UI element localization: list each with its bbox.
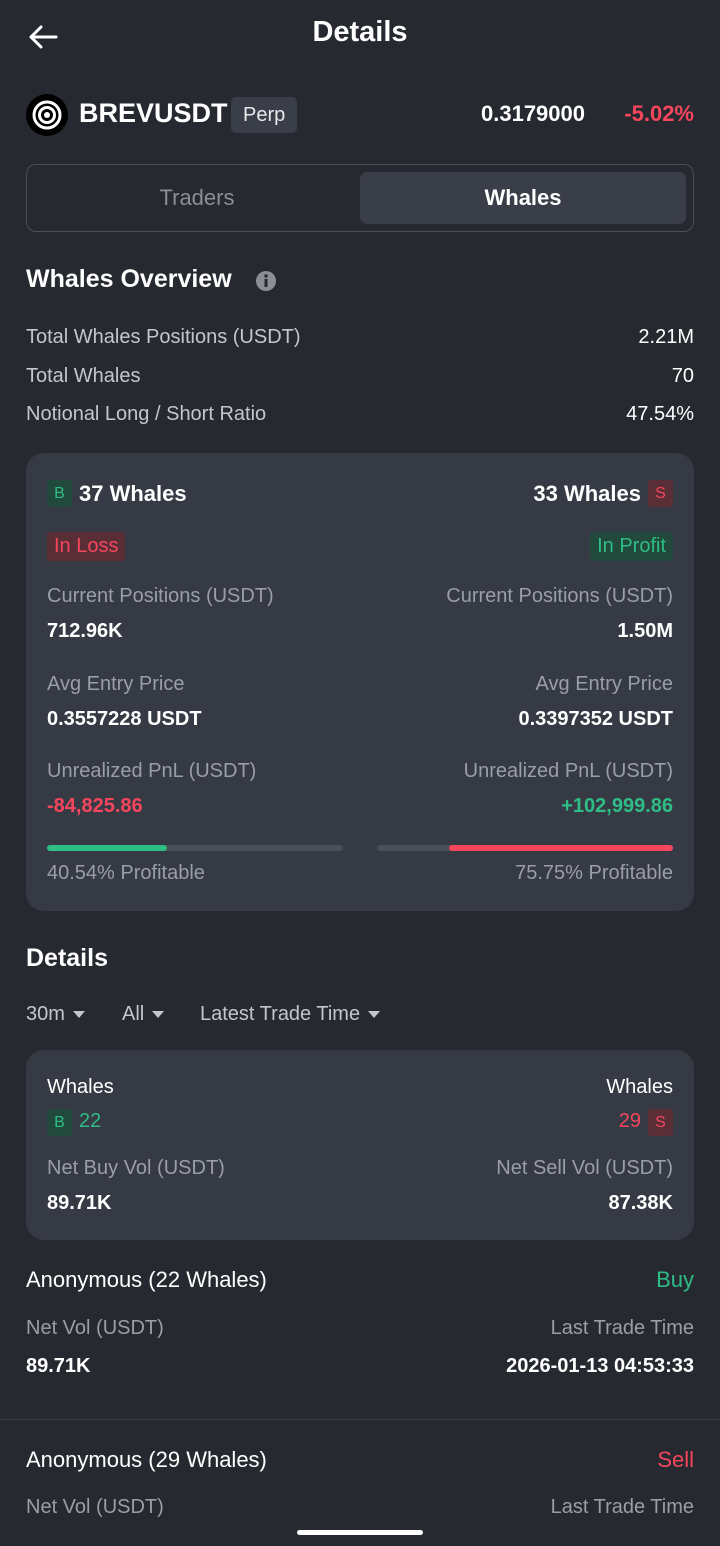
sell-tag: S — [648, 1109, 673, 1136]
short-profitable-fill — [448, 845, 673, 851]
entry-name[interactable]: Anonymous (29 Whales) — [26, 1447, 267, 1473]
long-entry-label: Avg Entry Price — [47, 673, 185, 695]
entry-vol-value: 89.71K — [26, 1355, 91, 1377]
in-profit-badge: In Profit — [590, 532, 673, 561]
long-entry-value: 0.3557228 USDT — [47, 708, 202, 730]
entry-side-sell: Sell — [657, 1447, 694, 1472]
short-positions-label: Current Positions (USDT) — [446, 585, 673, 607]
long-pnl-value: -84,825.86 — [47, 795, 143, 817]
short-entry-value: 0.3397352 USDT — [518, 708, 673, 730]
whales-overview-title: Whales Overview — [26, 265, 232, 293]
chevron-down-icon — [152, 1011, 165, 1019]
price-change: -5.02% — [624, 101, 694, 126]
entry-vol-label: Net Vol (USDT) — [26, 1496, 164, 1518]
total-positions-label: Total Whales Positions (USDT) — [26, 326, 301, 348]
long-profitable-text: 40.54% Profitable — [47, 862, 205, 884]
short-entry-label: Avg Entry Price — [535, 673, 673, 695]
buy-tag: B — [47, 480, 72, 507]
short-pnl-label: Unrealized PnL (USDT) — [463, 760, 673, 782]
entry-vol-label: Net Vol (USDT) — [26, 1317, 164, 1339]
sell-whales-count: 29 — [618, 1110, 641, 1132]
long-profitable-bar — [47, 845, 343, 851]
chevron-down-icon — [72, 1011, 85, 1019]
buy-whales-count: 22 — [79, 1110, 102, 1132]
page-title: Details — [312, 16, 408, 48]
entry-time-label: Last Trade Time — [550, 1317, 694, 1339]
tab-switcher: Traders Whales — [26, 164, 694, 232]
net-buy-vol-label: Net Buy Vol (USDT) — [47, 1157, 225, 1179]
net-buy-vol-value: 89.71K — [47, 1192, 112, 1214]
entry-time-value: 2026-01-13 04:53:33 — [506, 1355, 694, 1377]
short-whales-count: 33 Whales — [533, 481, 641, 506]
short-profitable-text: 75.75% Profitable — [515, 862, 673, 884]
side-filter-label: All — [122, 1003, 145, 1025]
long-short-ratio-value: 47.54% — [626, 403, 694, 425]
ticker-symbol: BREVUSDT — [79, 98, 228, 128]
entry-name[interactable]: Anonymous (22 Whales) — [26, 1267, 267, 1293]
buy-whales-label: Whales — [47, 1076, 114, 1098]
in-loss-badge: In Loss — [47, 532, 126, 561]
long-positions-label: Current Positions (USDT) — [47, 585, 274, 607]
timeframe-filter[interactable]: 30m — [26, 1003, 85, 1026]
short-profitable-bar — [377, 845, 673, 851]
long-positions-value: 712.96K — [47, 620, 123, 642]
timeframe-filter-label: 30m — [26, 1003, 65, 1025]
tab-whales[interactable]: Whales — [360, 172, 686, 224]
sell-whales-label: Whales — [606, 1076, 673, 1098]
tab-traders[interactable]: Traders — [34, 172, 360, 224]
long-short-ratio-label: Notional Long / Short Ratio — [26, 403, 267, 425]
net-sell-vol-value: 87.38K — [608, 1192, 674, 1214]
long-profitable-fill — [47, 845, 167, 851]
sort-filter[interactable]: Latest Trade Time — [200, 1003, 381, 1026]
long-whales-count: 37 Whales — [79, 481, 187, 506]
divider — [0, 1419, 720, 1420]
short-positions-value: 1.50M — [617, 620, 673, 642]
short-pnl-value: +102,999.86 — [561, 795, 673, 817]
whales-overview-card: B 37 Whales 33 Whales S In Loss In Profi… — [26, 453, 694, 911]
details-title: Details — [26, 944, 108, 972]
entry-side-buy: Buy — [656, 1267, 694, 1292]
last-price: 0.3179000 — [481, 101, 585, 126]
total-whales-label: Total Whales — [26, 365, 141, 387]
total-positions-value: 2.21M — [638, 326, 694, 348]
buy-tag: B — [47, 1109, 72, 1136]
details-summary-card: Whales Whales B 22 29 S Net Buy Vol (USD… — [26, 1050, 694, 1240]
perp-badge: Perp — [231, 97, 298, 133]
total-whales-value: 70 — [671, 365, 694, 387]
home-indicator[interactable] — [297, 1530, 423, 1535]
entry-time-label: Last Trade Time — [550, 1496, 694, 1518]
long-pnl-label: Unrealized PnL (USDT) — [47, 760, 257, 782]
sort-filter-label: Latest Trade Time — [200, 1003, 361, 1025]
coin-logo-icon — [26, 94, 68, 136]
net-sell-vol-label: Net Sell Vol (USDT) — [496, 1157, 673, 1179]
sell-tag: S — [648, 480, 673, 507]
chevron-down-icon — [368, 1011, 381, 1019]
info-icon[interactable] — [255, 270, 277, 292]
side-filter[interactable]: All — [122, 1003, 165, 1026]
